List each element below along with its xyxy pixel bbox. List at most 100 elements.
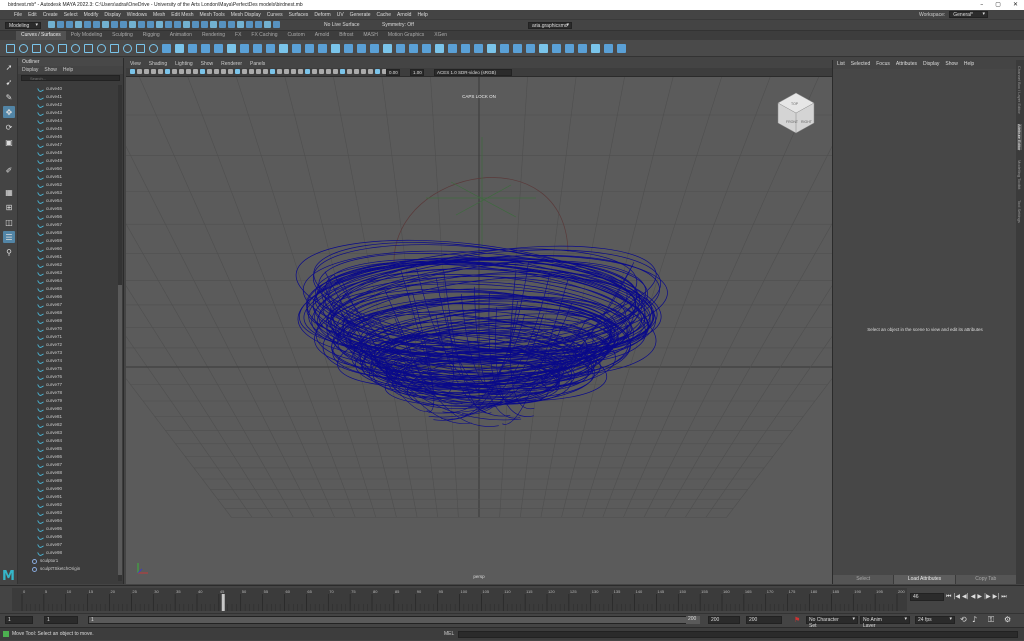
list-item[interactable]: curve74 (18, 357, 118, 365)
shelf-tool-icon[interactable] (149, 44, 158, 53)
scale-tool-icon[interactable]: ▣ (3, 136, 15, 148)
outliner-menu-show[interactable]: Show (44, 66, 57, 74)
outliner-search-input[interactable]: Search... (21, 75, 120, 81)
tab-modelling-toolkit[interactable]: Modelling Toolkit (1017, 160, 1022, 190)
list-item[interactable]: curve70 (18, 325, 118, 333)
list-item[interactable]: curve45 (18, 125, 118, 133)
attr-menu-display[interactable]: Display (923, 60, 939, 69)
viewport-menu-shading[interactable]: Shading (149, 60, 167, 68)
shelf-tool-icon[interactable] (162, 44, 171, 53)
menu-windows[interactable]: Windows (127, 10, 147, 20)
move-tool-icon[interactable]: ✥ (3, 106, 15, 118)
perspective-viewport[interactable]: FRONT RIGHT TOP CAPS LOCK ON persp (126, 77, 832, 584)
shelf-tool-icon[interactable] (344, 44, 353, 53)
viewport-tool-icon[interactable] (326, 69, 331, 74)
viewport-tool-icon[interactable] (361, 69, 366, 74)
shelf-tool-icon[interactable] (552, 44, 561, 53)
tab-fx[interactable]: FX (230, 31, 246, 40)
viewport-tool-icon[interactable] (165, 69, 170, 74)
viewport-tool-icon[interactable] (312, 69, 317, 74)
viewport-tool-icon[interactable] (333, 69, 338, 74)
list-item[interactable]: sculptor1 (18, 557, 118, 565)
select-button[interactable]: Select (833, 575, 895, 584)
list-item[interactable]: curve77 (18, 381, 118, 389)
shelf-tool-icon[interactable] (409, 44, 418, 53)
viewport-tool-icon[interactable] (235, 69, 240, 74)
audio-icon[interactable]: ♪ (972, 615, 977, 624)
menu-display[interactable]: Display (104, 10, 120, 20)
shelf-tool-icon[interactable] (448, 44, 457, 53)
viewport-tool-icon[interactable] (277, 69, 282, 74)
shelf-tool-icon[interactable] (487, 44, 496, 53)
status-tool-icon[interactable] (102, 21, 109, 28)
status-tool-icon[interactable] (165, 21, 172, 28)
list-item[interactable]: curve47 (18, 141, 118, 149)
status-tool-icon[interactable] (228, 21, 235, 28)
tab-xgen[interactable]: XGen (429, 31, 452, 40)
loop-icon[interactable]: ⟲ (960, 615, 967, 624)
viewport-tool-icon[interactable] (144, 69, 149, 74)
outliner-menu-display[interactable]: Display (22, 66, 38, 74)
tab-fx-caching[interactable]: FX Caching (246, 31, 282, 40)
menu-deform[interactable]: Deform (314, 10, 330, 20)
playback-end-field[interactable]: 200 (708, 616, 740, 624)
list-item[interactable]: curve54 (18, 197, 118, 205)
mel-label[interactable]: MEL (444, 628, 454, 641)
attr-menu-list[interactable]: List (837, 60, 845, 69)
list-item[interactable]: curve40 (18, 85, 118, 93)
list-item[interactable]: curve64 (18, 277, 118, 285)
viewport-tool-icon[interactable] (193, 69, 198, 74)
list-item[interactable]: curve75 (18, 365, 118, 373)
playback-button[interactable]: ◀| (962, 593, 969, 601)
status-tool-icon[interactable] (237, 21, 244, 28)
viewport-menu-panels[interactable]: Panels (250, 60, 265, 68)
load-attributes-button[interactable]: Load Attributes (894, 575, 956, 584)
viewport-menu-lighting[interactable]: Lighting (175, 60, 193, 68)
animation-end-field[interactable]: 200 (746, 616, 782, 624)
tab-bifrost[interactable]: Bifrost (334, 31, 358, 40)
current-frame-field[interactable]: 46 (910, 593, 944, 601)
single-view-icon[interactable]: ▦ (3, 186, 15, 198)
attr-menu-selected[interactable]: Selected (851, 60, 870, 69)
list-item[interactable]: curve87 (18, 461, 118, 469)
viewport-menu-view[interactable]: View (130, 60, 141, 68)
status-tool-icon[interactable] (246, 21, 253, 28)
shelf-tool-icon[interactable] (435, 44, 444, 53)
list-item[interactable]: curve56 (18, 213, 118, 221)
list-item[interactable]: curve57 (18, 221, 118, 229)
viewport-tool-icon[interactable] (186, 69, 191, 74)
menu-cache[interactable]: Cache (377, 10, 391, 20)
mode-dropdown[interactable]: Modeling (5, 22, 41, 29)
list-item[interactable]: curve94 (18, 517, 118, 525)
viewport-tool-icon[interactable] (137, 69, 142, 74)
anim-layer-dropdown[interactable]: No Anim Layer (860, 616, 910, 629)
status-tool-icon[interactable] (201, 21, 208, 28)
tab-curves-surfaces[interactable]: Curves / Surfaces (16, 31, 66, 40)
search-icon[interactable]: ⚲ (3, 246, 15, 258)
list-item[interactable]: sculptTSketchOrigin (18, 565, 118, 573)
shelf-tool-icon[interactable] (32, 44, 41, 53)
menu-file[interactable]: File (14, 10, 22, 20)
outliner-layout-icon[interactable]: ☰ (3, 231, 15, 243)
tab-tool-settings[interactable]: Tool Settings (1017, 200, 1022, 223)
list-item[interactable]: curve60 (18, 245, 118, 253)
shelf-tool-icon[interactable] (279, 44, 288, 53)
viewport-tool-icon[interactable] (270, 69, 275, 74)
user-account-dropdown[interactable]: aria.graphicsmo (528, 22, 572, 29)
viewport-tool-icon[interactable] (298, 69, 303, 74)
shelf-tool-icon[interactable] (188, 44, 197, 53)
shelf-tool-icon[interactable] (513, 44, 522, 53)
viewport-tool-icon[interactable] (207, 69, 212, 74)
list-item[interactable]: curve80 (18, 405, 118, 413)
list-item[interactable]: curve79 (18, 397, 118, 405)
attr-menu-attributes[interactable]: Attributes (896, 60, 917, 69)
status-tool-icon[interactable] (75, 21, 82, 28)
list-item[interactable]: curve78 (18, 389, 118, 397)
shelf-tool-icon[interactable] (617, 44, 626, 53)
list-item[interactable]: curve52 (18, 181, 118, 189)
list-item[interactable]: curve88 (18, 469, 118, 477)
shelf-tool-icon[interactable] (461, 44, 470, 53)
select-tool-icon[interactable]: ➚ (3, 61, 15, 73)
viewport-tool-icon[interactable] (340, 69, 345, 74)
copy-tab-button[interactable]: Copy Tab (955, 575, 1017, 584)
